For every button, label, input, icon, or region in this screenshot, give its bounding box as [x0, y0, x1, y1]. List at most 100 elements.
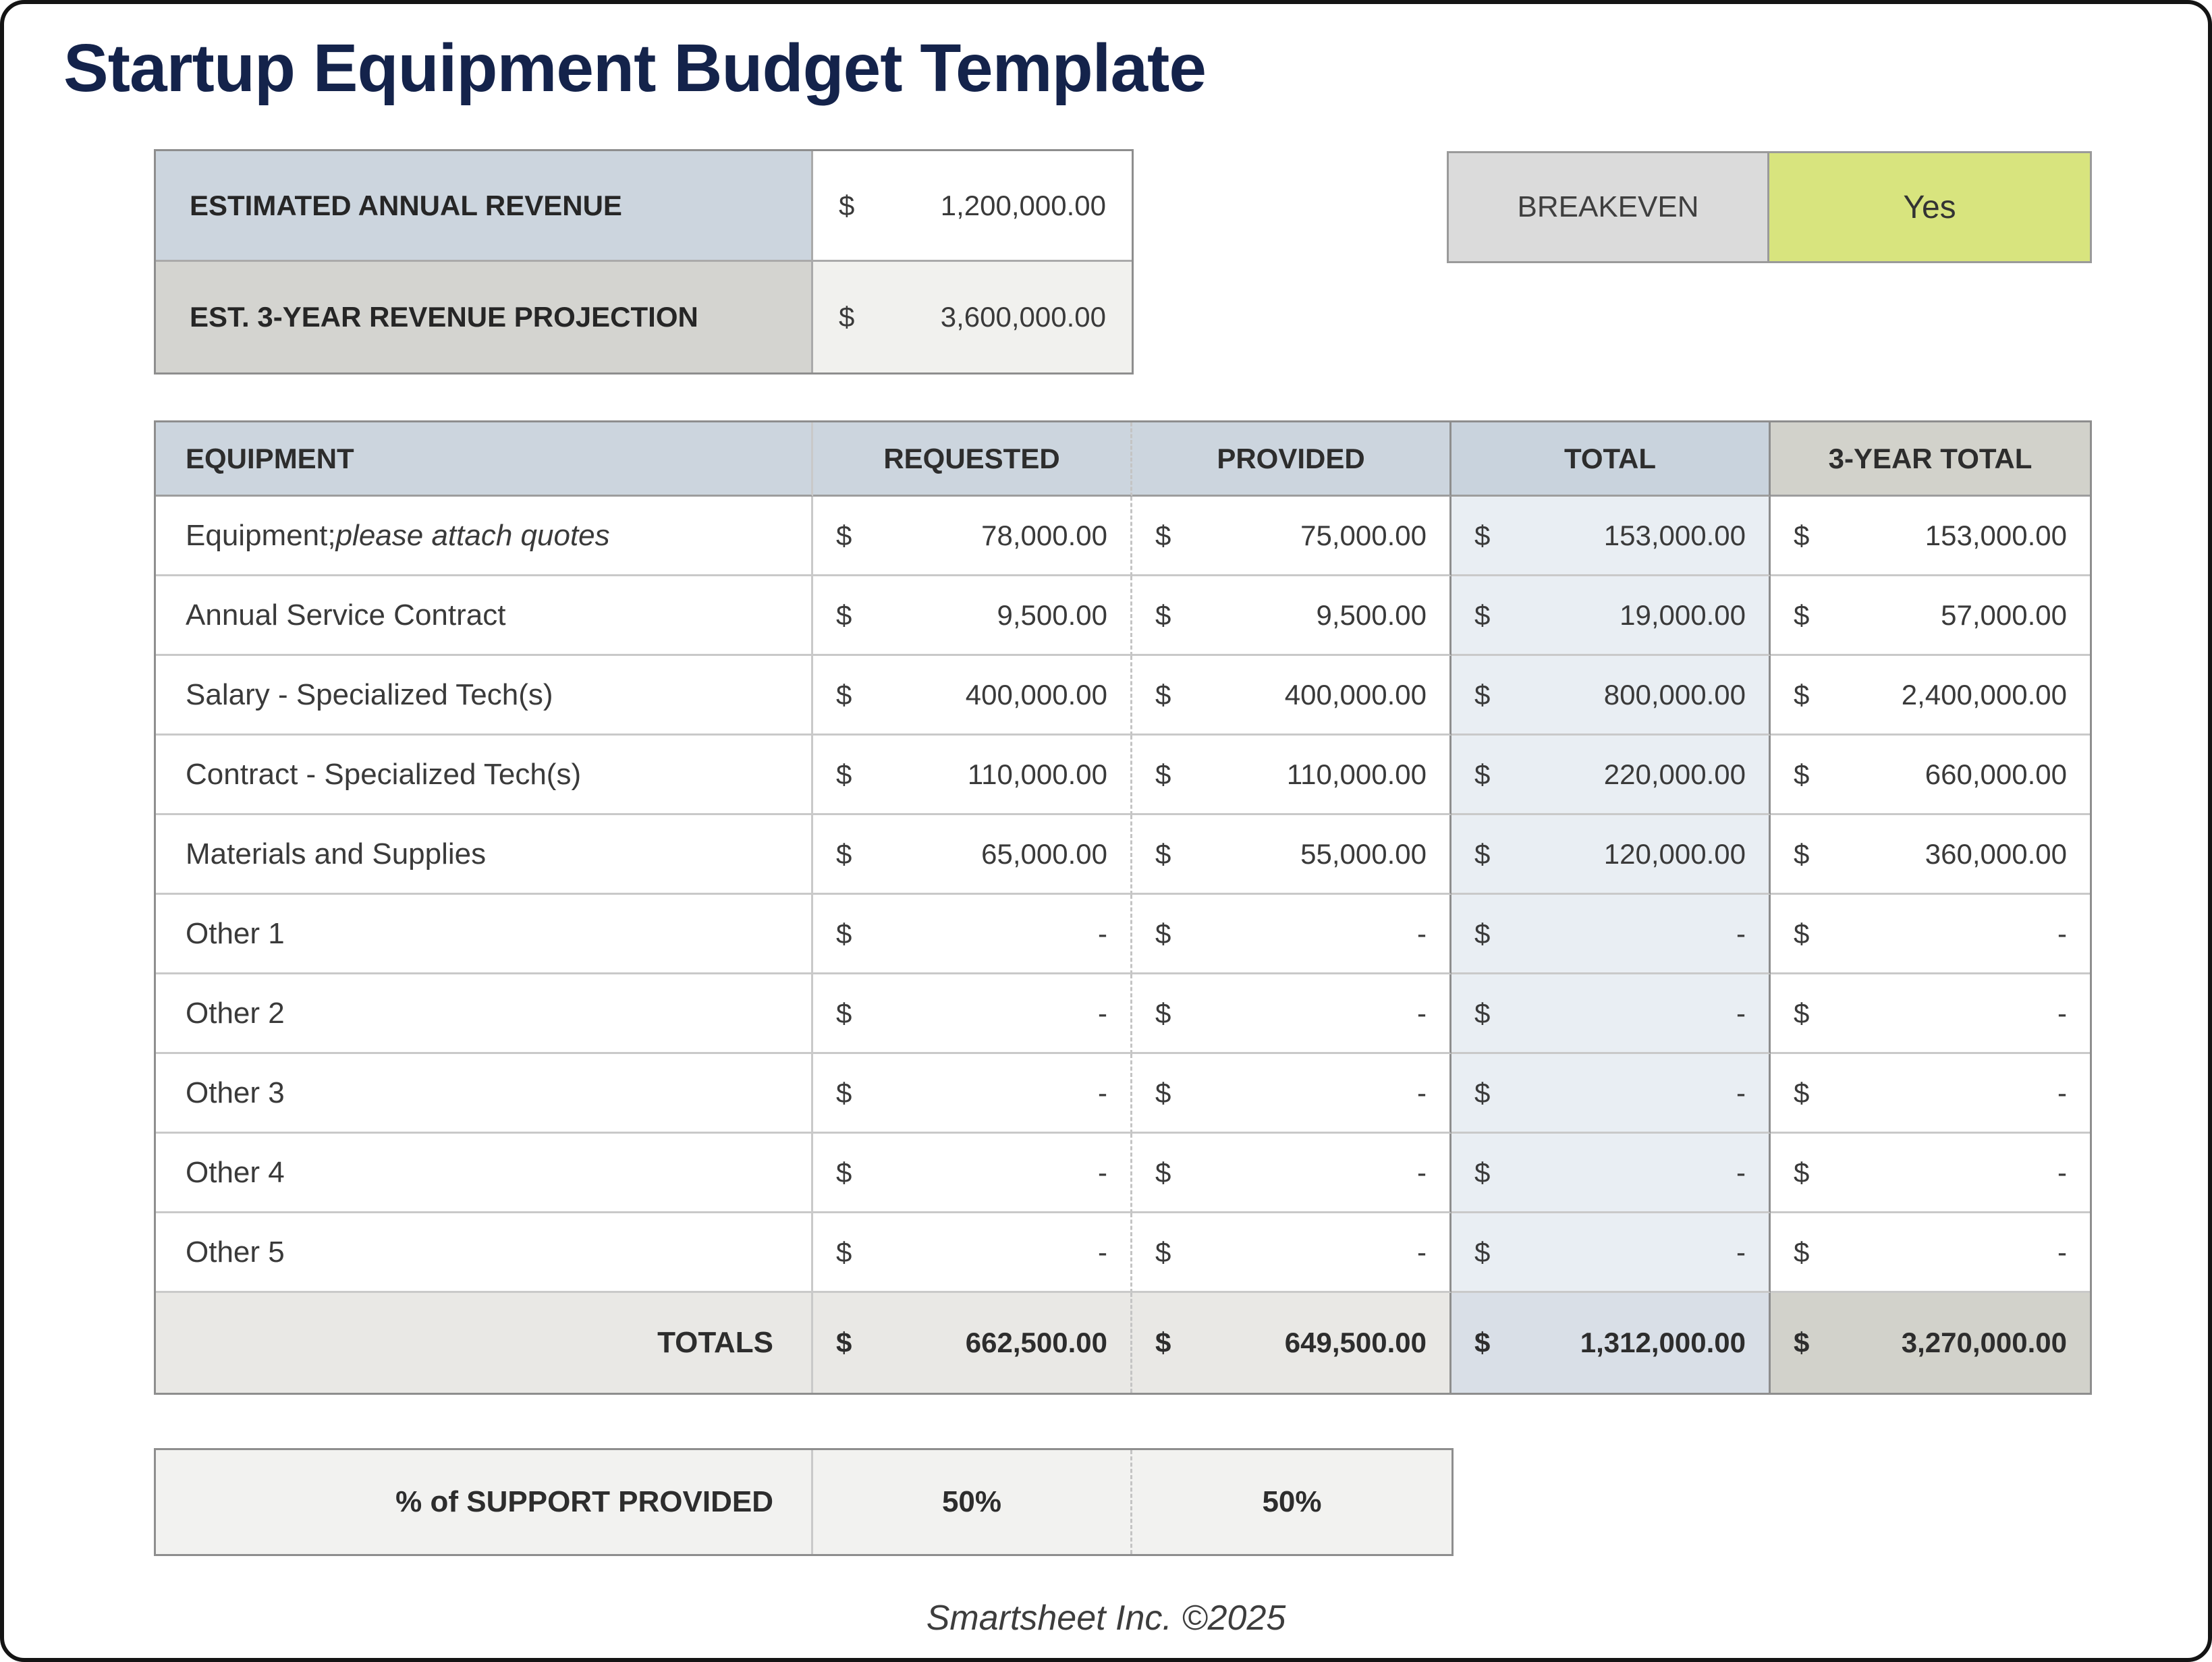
amount-text: 1,312,000.00 — [1580, 1327, 1746, 1359]
equipment-name-text: Other 1 — [186, 917, 285, 951]
amount-text: 662,500.00 — [966, 1327, 1107, 1359]
currency-symbol: $ — [1155, 1077, 1171, 1109]
totals-total-cell: $1,312,000.00 — [1451, 1293, 1771, 1393]
currency-symbol: $ — [1474, 758, 1490, 791]
equipment-name-cell: Other 1 — [156, 895, 813, 974]
totals-three-year-cell: $3,270,000.00 — [1771, 1293, 2090, 1393]
amount-text: 1,200,000.00 — [941, 190, 1106, 222]
three-year-total-cell: $153,000.00 — [1771, 497, 2090, 576]
amount-text: 9,500.00 — [1317, 599, 1427, 632]
equipment-name-text: Other 5 — [186, 1236, 285, 1269]
currency-symbol: $ — [1794, 1236, 1809, 1269]
currency-symbol: $ — [1474, 918, 1490, 950]
budget-template-page: Startup Equipment Budget Template ESTIMA… — [0, 0, 2212, 1662]
currency-symbol: $ — [836, 679, 852, 711]
provided-cell: $- — [1132, 895, 1451, 974]
amount-text: - — [2057, 918, 2067, 950]
requested-cell: $- — [813, 1054, 1132, 1134]
currency-symbol: $ — [1155, 997, 1171, 1030]
provided-cell: $75,000.00 — [1132, 497, 1451, 576]
amount-text: - — [2057, 1236, 2067, 1269]
amount-text: - — [1417, 1236, 1427, 1269]
three-year-total-cell: $- — [1771, 1213, 2090, 1293]
equipment-name-cell: Salary - Specialized Tech(s) — [156, 656, 813, 736]
total-cell: $- — [1451, 1054, 1771, 1134]
currency-symbol: $ — [1155, 520, 1171, 552]
provided-cell: $- — [1132, 1054, 1451, 1134]
amount-text: - — [1098, 997, 1107, 1030]
amount-text: 153,000.00 — [1604, 520, 1746, 552]
estimated-annual-revenue-value: $ 1,200,000.00 — [813, 151, 1132, 262]
equipment-name-cell: Other 4 — [156, 1134, 813, 1213]
amount-text: - — [2057, 1077, 2067, 1109]
currency-symbol: $ — [839, 190, 854, 222]
currency-symbol: $ — [1794, 679, 1809, 711]
equipment-name-text: Equipment; — [186, 519, 336, 553]
amount-text: - — [1736, 1077, 1746, 1109]
equipment-name-text: Other 3 — [186, 1076, 285, 1110]
three-year-total-cell: $- — [1771, 1134, 2090, 1213]
column-header-total: TOTAL — [1451, 422, 1771, 497]
provided-cell: $- — [1132, 1213, 1451, 1293]
currency-symbol: $ — [839, 301, 854, 333]
amount-text: 3,270,000.00 — [1902, 1327, 2067, 1359]
totals-requested-cell: $662,500.00 — [813, 1293, 1132, 1393]
equipment-name-text: Salary - Specialized Tech(s) — [186, 678, 553, 712]
amount-text: - — [1736, 1236, 1746, 1269]
currency-symbol: $ — [1474, 679, 1490, 711]
estimated-annual-revenue-label: ESTIMATED ANNUAL REVENUE — [156, 151, 813, 262]
amount-text: - — [1098, 1236, 1107, 1269]
currency-symbol: $ — [1155, 1157, 1171, 1189]
currency-symbol: $ — [1155, 1327, 1171, 1359]
requested-cell: $110,000.00 — [813, 736, 1132, 815]
amount-text: - — [1417, 1077, 1427, 1109]
revenue-summary-table: ESTIMATED ANNUAL REVENUE $ 1,200,000.00 … — [154, 149, 1134, 375]
currency-symbol: $ — [1155, 758, 1171, 791]
provided-cell: $- — [1132, 974, 1451, 1054]
amount-text: 110,000.00 — [968, 758, 1107, 791]
currency-symbol: $ — [1155, 599, 1171, 632]
amount-text: - — [1417, 1157, 1427, 1189]
currency-symbol: $ — [1794, 1077, 1809, 1109]
amount-text: 78,000.00 — [981, 520, 1107, 552]
requested-cell: $- — [813, 1213, 1132, 1293]
three-year-total-cell: $- — [1771, 974, 2090, 1054]
currency-symbol: $ — [836, 838, 852, 870]
currency-symbol: $ — [1474, 520, 1490, 552]
amount-text: - — [2057, 1157, 2067, 1189]
equipment-name-text: Materials and Supplies — [186, 837, 486, 871]
amount-text: 2,400,000.00 — [1902, 679, 2067, 711]
amount-text: 65,000.00 — [981, 838, 1107, 870]
equipment-name-cell: Contract - Specialized Tech(s) — [156, 736, 813, 815]
requested-cell: $- — [813, 974, 1132, 1054]
requested-cell: $65,000.00 — [813, 815, 1132, 895]
breakeven-indicator: BREAKEVEN Yes — [1447, 151, 2092, 263]
total-cell: $- — [1451, 895, 1771, 974]
equipment-name-cell: Other 2 — [156, 974, 813, 1054]
currency-symbol: $ — [1794, 838, 1809, 870]
amount-text: - — [1098, 918, 1107, 950]
equipment-budget-table: EQUIPMENT REQUESTED PROVIDED TOTAL 3-YEA… — [154, 420, 2092, 1395]
total-cell: $800,000.00 — [1451, 656, 1771, 736]
equipment-name-cell: Annual Service Contract — [156, 576, 813, 656]
column-header-requested: REQUESTED — [813, 422, 1132, 497]
three-year-revenue-projection-label: EST. 3-YEAR REVENUE PROJECTION — [156, 262, 813, 372]
total-cell: $153,000.00 — [1451, 497, 1771, 576]
requested-cell: $9,500.00 — [813, 576, 1132, 656]
amount-text: 120,000.00 — [1604, 838, 1746, 870]
three-year-total-cell: $660,000.00 — [1771, 736, 2090, 815]
currency-symbol: $ — [1474, 599, 1490, 632]
footer-copyright: Smartsheet Inc. ©2025 — [4, 1598, 2208, 1638]
amount-text: - — [2057, 997, 2067, 1030]
totals-provided-cell: $649,500.00 — [1132, 1293, 1451, 1393]
three-year-total-cell: $- — [1771, 1054, 2090, 1134]
requested-cell: $400,000.00 — [813, 656, 1132, 736]
amount-text: 55,000.00 — [1300, 838, 1427, 870]
amount-text: 360,000.00 — [1925, 838, 2067, 870]
currency-symbol: $ — [1155, 679, 1171, 711]
amount-text: - — [1417, 997, 1427, 1030]
currency-symbol: $ — [836, 1157, 852, 1189]
currency-symbol: $ — [836, 1236, 852, 1269]
three-year-total-cell: $- — [1771, 895, 2090, 974]
support-requested-percent: 50% — [813, 1450, 1132, 1554]
